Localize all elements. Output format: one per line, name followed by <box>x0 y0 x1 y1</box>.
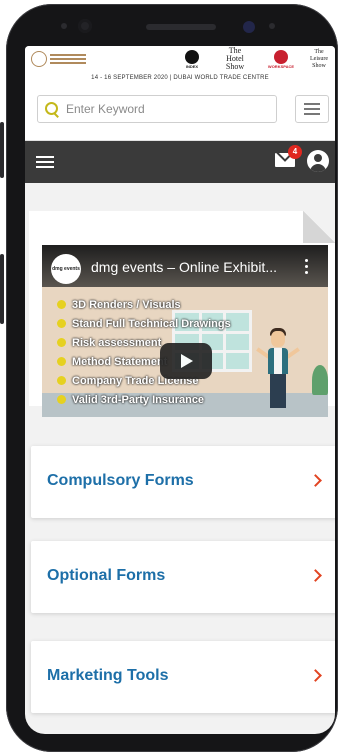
video-player[interactable]: 3D Renders / Visuals Stand Full Technica… <box>42 245 328 417</box>
card-label: Compulsory Forms <box>47 472 194 489</box>
event-date-bar: 14 - 16 SEPTEMBER 2020 | DUBAI WORLD TRA… <box>25 72 335 84</box>
index-logo[interactable]: INDEX <box>177 49 207 69</box>
mail-count-badge: 4 <box>288 145 302 159</box>
compulsory-forms-card[interactable]: Compulsory Forms <box>31 446 335 518</box>
search-input[interactable] <box>64 101 258 117</box>
leisure-show-logo[interactable]: The Leisure Show <box>305 49 333 69</box>
card-label: Optional Forms <box>47 567 166 584</box>
speaker-grille <box>146 24 216 30</box>
interior-design-logo[interactable] <box>29 49 87 69</box>
video-title-bar: dmg events dmg events – Online Exhibit..… <box>42 245 328 287</box>
optional-forms-card[interactable]: Optional Forms <box>31 541 335 613</box>
chevron-right-icon <box>309 669 322 682</box>
phone-frame: INDEX The Hotel Show WORKSPACE The Leisu… <box>0 4 338 752</box>
screen: INDEX The Hotel Show WORKSPACE The Leisu… <box>25 46 335 734</box>
user-icon[interactable] <box>307 150 329 172</box>
card-label: Marketing Tools <box>47 667 169 684</box>
logo-strip: INDEX The Hotel Show WORKSPACE The Leisu… <box>25 46 335 72</box>
checklist-item: Valid 3rd-Party Insurance <box>57 390 231 409</box>
video-title[interactable]: dmg events – Online Exhibit... <box>91 259 296 275</box>
plant-illustration <box>312 365 328 395</box>
hamburger-icon[interactable] <box>33 153 57 171</box>
workspace-logo[interactable]: WORKSPACE <box>267 49 295 69</box>
side-button <box>0 254 4 324</box>
search-box[interactable] <box>37 95 277 123</box>
sensor-dot <box>61 23 67 29</box>
top-navbar: 4 <box>25 141 335 183</box>
marketing-tools-card[interactable]: Marketing Tools <box>31 641 335 713</box>
more-options-icon[interactable] <box>304 259 310 277</box>
menu-toggle-button[interactable] <box>295 95 329 123</box>
chevron-right-icon <box>309 474 322 487</box>
sensor-dot <box>269 23 275 29</box>
channel-logo[interactable]: dmg events <box>51 254 81 284</box>
video-card: 3D Renders / Visuals Stand Full Technica… <box>29 211 335 417</box>
checklist-item: 3D Renders / Visuals <box>57 295 231 314</box>
hotel-show-logo[interactable]: The Hotel Show <box>221 47 249 71</box>
presenter-illustration <box>256 328 300 417</box>
front-camera-icon <box>78 19 92 33</box>
search-area <box>25 84 335 141</box>
volume-button <box>0 122 4 178</box>
checklist-item: Stand Full Technical Drawings <box>57 314 231 333</box>
play-icon[interactable] <box>160 343 212 379</box>
sensor-icon <box>243 21 255 33</box>
chevron-right-icon <box>309 569 322 582</box>
search-icon <box>38 96 64 122</box>
page-fold <box>303 211 335 243</box>
